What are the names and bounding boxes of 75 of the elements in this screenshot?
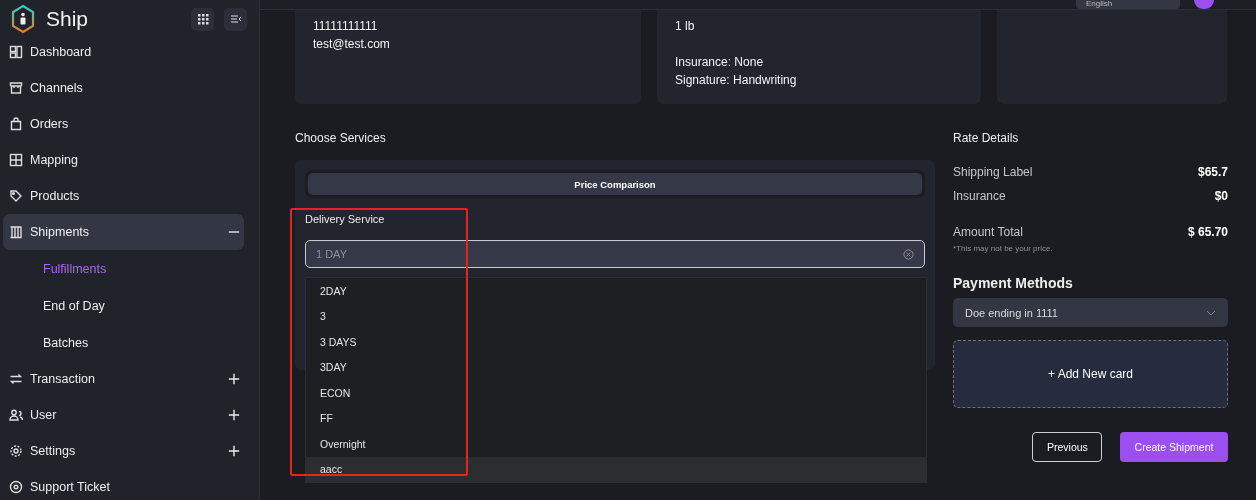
section-title: Choose Services xyxy=(295,131,387,147)
nav-label: Orders xyxy=(30,117,69,131)
payment-card-text: Doe ending in 1111 xyxy=(965,306,1058,319)
users-icon xyxy=(9,408,23,422)
nav-item[interactable]: Support Ticket xyxy=(3,469,244,500)
grid-icon xyxy=(9,153,23,167)
hexagon-logo-icon xyxy=(10,4,36,34)
dropdown-option[interactable]: ECON xyxy=(306,380,926,406)
dropdown-option[interactable]: 3 DAYS xyxy=(306,329,926,355)
columns-icon xyxy=(9,225,23,239)
card-text: 11111111111 xyxy=(313,18,379,35)
settings-icon xyxy=(9,444,23,458)
lifebuoy-icon xyxy=(9,480,23,494)
submenu-item[interactable]: End of Day xyxy=(3,287,244,324)
submenu-item[interactable]: Fulfillments xyxy=(3,250,244,287)
payment-title: Payment Methods xyxy=(953,275,1074,291)
nav-label: User xyxy=(30,408,57,422)
card-text: Insurance: None xyxy=(675,54,765,71)
total-value: $ 65.70 xyxy=(1187,225,1228,239)
nav-item[interactable]: Mapping xyxy=(3,142,244,178)
clear-icon[interactable] xyxy=(903,248,914,260)
language-select[interactable]: English xyxy=(1076,0,1180,9)
brand-name: Ship xyxy=(46,7,89,31)
dropdown-option[interactable]: 2DAY xyxy=(306,278,926,304)
nav-item[interactable]: Shipments xyxy=(3,214,244,250)
nav-item[interactable]: Channels xyxy=(3,70,244,106)
nav-item[interactable]: Dashboard xyxy=(3,34,244,70)
nav-label: Mapping xyxy=(30,153,78,167)
nav-item[interactable]: Transaction xyxy=(3,361,244,397)
nav-label: Support Ticket xyxy=(30,480,110,494)
tag-icon xyxy=(9,189,23,203)
payment-select[interactable]: Doe ending in 1111 xyxy=(953,298,1228,327)
previous-button[interactable]: Previous xyxy=(1032,432,1102,462)
nav-label: Channels xyxy=(30,81,83,95)
card-text: Signature: Handwriting xyxy=(675,72,798,89)
nav-label: Dashboard xyxy=(30,45,92,59)
create-shipment-button[interactable]: Create Shipment xyxy=(1120,432,1228,462)
nav-item[interactable]: Orders xyxy=(3,106,244,142)
nav-item[interactable]: Products xyxy=(3,178,244,214)
dropdown-option[interactable]: aacc xyxy=(306,456,926,482)
avatar[interactable] xyxy=(1194,0,1214,9)
submenu-item[interactable]: Batches xyxy=(3,324,244,361)
dropdown-option[interactable]: 3 xyxy=(306,303,926,329)
section-title: Rate Details xyxy=(953,131,1020,147)
delivery-service-select[interactable]: 1 DAY xyxy=(305,240,925,268)
field-label: Delivery Service xyxy=(305,213,385,225)
nav-item[interactable]: Settings xyxy=(3,433,244,469)
store-icon xyxy=(9,81,23,95)
rate-label: Insurance xyxy=(953,189,1006,203)
price-note: *This may not be your price. xyxy=(953,244,1054,253)
dropdown-option[interactable]: Overnight xyxy=(306,431,926,457)
dropdown-option[interactable]: FF xyxy=(306,405,926,431)
plus-icon[interactable] xyxy=(228,373,240,385)
rate-label: Shipping Label xyxy=(953,165,1033,179)
price-comparison-tab[interactable]: Price Comparison xyxy=(308,173,922,195)
total-label: Amount Total xyxy=(953,225,1023,239)
nav-label: Transaction xyxy=(30,372,95,386)
apps-grid-icon[interactable] xyxy=(191,7,214,31)
plus-icon[interactable] xyxy=(228,409,240,421)
nav-label: Settings xyxy=(30,444,76,458)
chevron-down-icon xyxy=(1206,309,1216,316)
rate-value: $65.7 xyxy=(1197,165,1228,179)
dropdown-option[interactable]: 3DAY xyxy=(306,354,926,380)
card-text: test@test.com xyxy=(313,36,391,53)
nav-label: Products xyxy=(30,189,80,203)
collapse-menu-icon[interactable] xyxy=(224,7,247,31)
dashboard-icon xyxy=(9,45,23,59)
bag-icon xyxy=(9,117,23,131)
card-text: 1 lb xyxy=(675,18,696,35)
nav-item[interactable]: User xyxy=(3,397,244,433)
arrows-icon xyxy=(9,372,23,386)
add-card-button[interactable]: + Add New card xyxy=(953,340,1228,408)
plus-icon[interactable] xyxy=(228,445,240,457)
rate-value: $0 xyxy=(1214,189,1228,203)
nav-label: Shipments xyxy=(30,225,90,239)
